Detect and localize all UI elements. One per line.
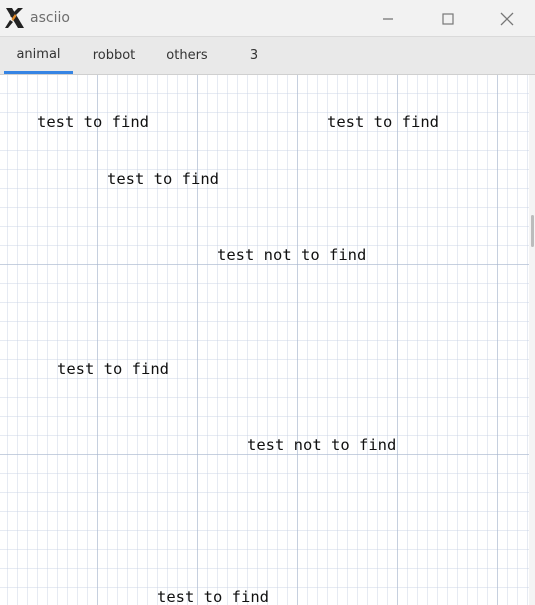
tab-robbot[interactable]: robbot bbox=[82, 37, 146, 74]
tab-3[interactable]: 3 bbox=[240, 37, 268, 74]
text-box[interactable]: test to find bbox=[37, 113, 149, 132]
text-box[interactable]: test to find bbox=[57, 360, 169, 379]
scrollbar-thumb[interactable] bbox=[531, 215, 534, 247]
window-title: asciio bbox=[30, 10, 70, 26]
close-icon bbox=[500, 12, 514, 25]
text-box[interactable]: test to find bbox=[107, 170, 219, 189]
tab-animal[interactable]: animal bbox=[4, 37, 73, 74]
asciio-window: asciio animal robbot others 3 test to fi… bbox=[0, 0, 535, 605]
text-box[interactable]: test to find bbox=[327, 113, 439, 132]
minimize-icon bbox=[383, 17, 393, 20]
tab-others[interactable]: others bbox=[157, 37, 217, 74]
minimize-button[interactable] bbox=[366, 0, 410, 37]
drawing-canvas[interactable]: test to find test to find test to find t… bbox=[0, 75, 535, 605]
text-box[interactable]: test not to find bbox=[217, 246, 366, 265]
tab-bar: animal robbot others 3 bbox=[0, 37, 535, 75]
x-logo-icon bbox=[5, 8, 24, 28]
text-box[interactable]: test to find bbox=[157, 588, 269, 605]
maximize-button[interactable] bbox=[426, 0, 470, 37]
close-button[interactable] bbox=[485, 0, 529, 37]
text-box[interactable]: test not to find bbox=[247, 436, 396, 455]
vertical-scrollbar[interactable] bbox=[529, 75, 535, 605]
title-bar[interactable]: asciio bbox=[0, 0, 535, 37]
maximize-icon bbox=[442, 12, 454, 25]
